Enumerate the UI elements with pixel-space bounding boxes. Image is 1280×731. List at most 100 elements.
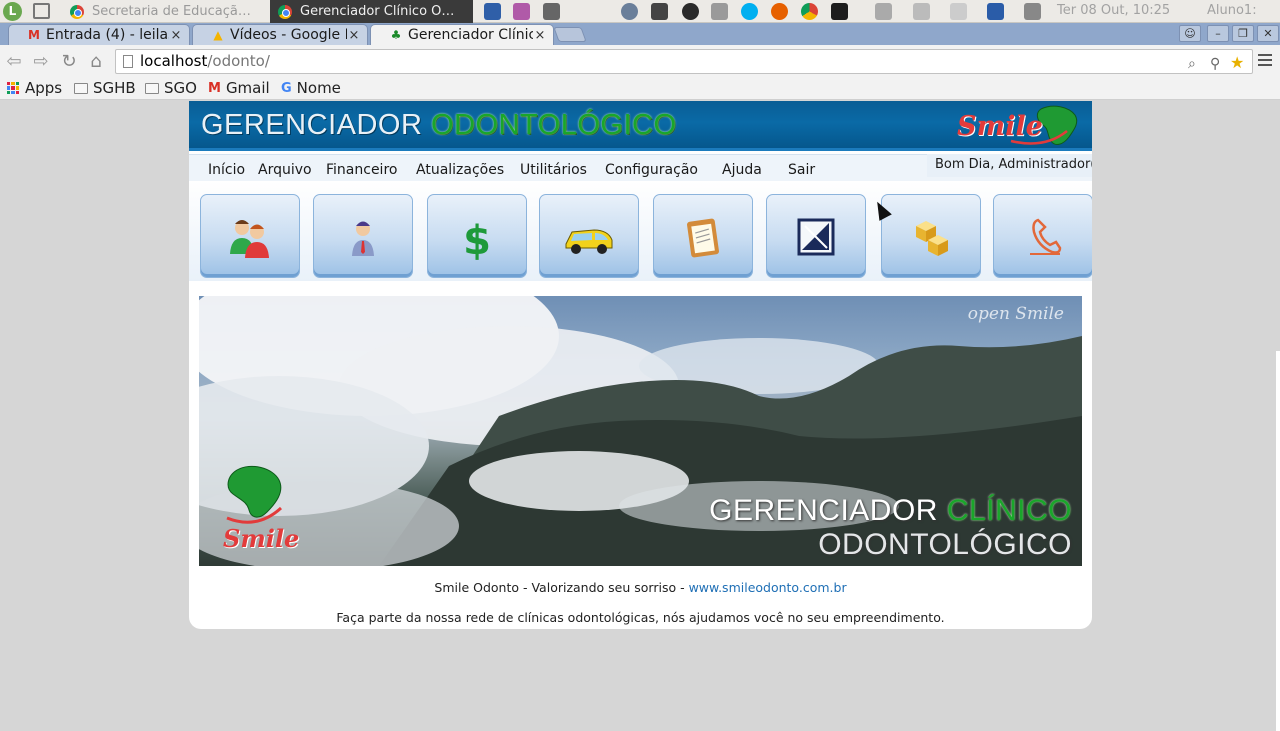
browser-tabstrip: M Entrada (4) - leilas × ▲ Vídeos - Goog…	[0, 23, 1280, 45]
os-menu-icon[interactable]: L	[3, 2, 22, 21]
page-edge	[1276, 351, 1280, 731]
tab-gerenciador-active[interactable]: ♣ Gerenciador Clínic ×	[370, 24, 554, 45]
footer-tagline-text: Smile Odonto - Valorizando seu sorriso -	[434, 580, 689, 595]
brazil-map-icon: ♣	[390, 28, 402, 42]
estoque-button[interactable]	[881, 194, 981, 278]
document-icon[interactable]	[484, 3, 501, 20]
menu-configuracao[interactable]: Configuração	[605, 162, 698, 178]
banner-title-line2: ODONTOLÓGICO	[818, 528, 1072, 561]
clipboard-icon	[687, 218, 719, 258]
files-icon[interactable]	[33, 3, 50, 19]
network-icon[interactable]	[913, 3, 930, 20]
app-header: GERENCIADOR ODONTOLÓGICO Smile	[189, 101, 1092, 151]
bookmark-sghb[interactable]: SGHB	[74, 79, 136, 97]
globe-icon[interactable]	[621, 3, 638, 20]
bookmark-nome[interactable]: G Nome	[281, 79, 341, 97]
financeiro-button[interactable]: $	[427, 194, 527, 278]
apps-icon	[7, 82, 19, 94]
shortcut-bar: $	[189, 181, 1092, 281]
tab-google-drive[interactable]: ▲ Vídeos - Google D ×	[192, 24, 368, 45]
logo-text: Smile	[223, 524, 300, 553]
app-title-part1: GERENCIADOR	[201, 109, 431, 141]
bookmark-gmail[interactable]: M Gmail	[208, 79, 270, 97]
gmail-icon: M	[208, 80, 221, 96]
pacientes-button[interactable]	[200, 194, 300, 278]
taskbar-item-gerenciador[interactable]: Gerenciador Clínico O…	[270, 0, 473, 23]
logo-text: Smile	[957, 111, 1043, 142]
greeting-text: Bom Dia, Administrador(a)	[927, 154, 1092, 177]
clock[interactable]: Ter 08 Out, 10:25	[1057, 3, 1170, 18]
forward-icon[interactable]: ⇨	[31, 52, 51, 72]
close-icon[interactable]: ×	[347, 28, 361, 43]
bookmark-label: SGO	[164, 79, 197, 97]
zoom-icon[interactable]: ⌕	[1188, 53, 1196, 76]
folder-icon	[145, 82, 159, 94]
drive-icon: ▲	[213, 28, 223, 42]
users-icon	[230, 220, 269, 258]
menu-sair[interactable]: Sair	[788, 162, 815, 178]
volume-icon[interactable]	[1024, 3, 1041, 20]
record-icon[interactable]	[875, 3, 892, 20]
tab-gmail[interactable]: M Entrada (4) - leilas ×	[8, 24, 190, 45]
banner-title-white: GERENCIADOR	[709, 494, 947, 527]
menu-arquivo[interactable]: Arquivo	[258, 162, 312, 178]
bookmark-apps[interactable]: Apps	[7, 79, 62, 97]
browser-menu-icon[interactable]	[1258, 54, 1272, 68]
library-icon[interactable]	[651, 3, 668, 20]
banner-title-green: CLÍNICO	[946, 494, 1072, 527]
close-icon[interactable]: ×	[169, 28, 183, 43]
os-top-panel: L Secretaria de Educaçã… Gerenciador Clí…	[0, 0, 1280, 23]
close-icon[interactable]: ×	[533, 28, 547, 43]
phone-icon	[1030, 218, 1062, 255]
user-menu[interactable]: Aluno1:	[1207, 3, 1257, 18]
dollar-icon: $	[463, 218, 491, 262]
menu-financeiro[interactable]: Financeiro	[326, 162, 397, 178]
google-icon: G	[281, 80, 292, 96]
menu-ajuda[interactable]: Ajuda	[722, 162, 762, 178]
tab-title: Gerenciador Clínic	[408, 27, 533, 43]
skype-icon[interactable]	[741, 3, 758, 20]
home-icon[interactable]: ⌂	[86, 52, 106, 72]
van-icon	[565, 229, 613, 254]
menu-inicio[interactable]: Início	[208, 162, 245, 178]
back-icon[interactable]: ⇦	[4, 52, 24, 72]
bookmarks-bar: Apps SGHB SGO M Gmail G Nome	[0, 78, 1280, 100]
close-window-button[interactable]: ✕	[1257, 25, 1279, 42]
mail-icon[interactable]	[950, 3, 967, 20]
firefox-icon[interactable]	[771, 3, 788, 20]
usuarios-button[interactable]	[313, 194, 413, 278]
pin-icon[interactable]: ⚲	[1210, 53, 1220, 76]
banner-title-line1: GERENCIADOR CLÍNICO	[709, 494, 1072, 528]
laboratorio-button[interactable]	[539, 194, 639, 278]
profile-icon[interactable]: ☺	[1179, 25, 1201, 42]
address-bar[interactable]: localhost/odonto/ ⌕ ⚲ ★	[115, 49, 1253, 74]
signal-icon[interactable]	[987, 3, 1004, 20]
telefones-button[interactable]	[993, 194, 1092, 278]
screenshot-icon[interactable]	[543, 3, 560, 20]
reload-icon[interactable]: ↻	[59, 52, 79, 72]
edit-icon[interactable]	[513, 3, 530, 20]
tab-title: Entrada (4) - leilas	[46, 27, 169, 43]
user-icon	[352, 221, 374, 256]
gmail-icon: M	[28, 28, 40, 42]
menu-utilitarios[interactable]: Utilitários	[520, 162, 587, 178]
menu-atualizacoes[interactable]: Atualizações	[416, 162, 504, 178]
tab-title: Vídeos - Google D	[230, 27, 347, 43]
svg-text:$: $	[463, 218, 491, 262]
new-tab-button[interactable]	[553, 27, 587, 42]
ortodontia-button[interactable]	[766, 194, 866, 278]
footer-website-link[interactable]: www.smileodonto.com.br	[689, 580, 847, 595]
banner-subtitle: open Smile	[967, 304, 1064, 324]
app-title: GERENCIADOR ODONTOLÓGICO	[201, 109, 677, 142]
terminal-icon[interactable]	[831, 3, 848, 20]
hero-banner: open Smile Smile GERENCIADOR CLÍNICO ODO…	[199, 296, 1082, 566]
chrome-icon[interactable]	[801, 3, 818, 20]
restore-button[interactable]: ❐	[1232, 25, 1254, 42]
folder-icon[interactable]	[711, 3, 728, 20]
minimize-button[interactable]: –	[1207, 25, 1229, 42]
agenda-button[interactable]	[653, 194, 753, 278]
app-icon[interactable]	[682, 3, 699, 20]
taskbar-item-secretaria[interactable]: Secretaria de Educaçã…	[62, 0, 267, 23]
bookmark-star-icon[interactable]: ★	[1230, 51, 1244, 74]
bookmark-sgo[interactable]: SGO	[145, 79, 197, 97]
